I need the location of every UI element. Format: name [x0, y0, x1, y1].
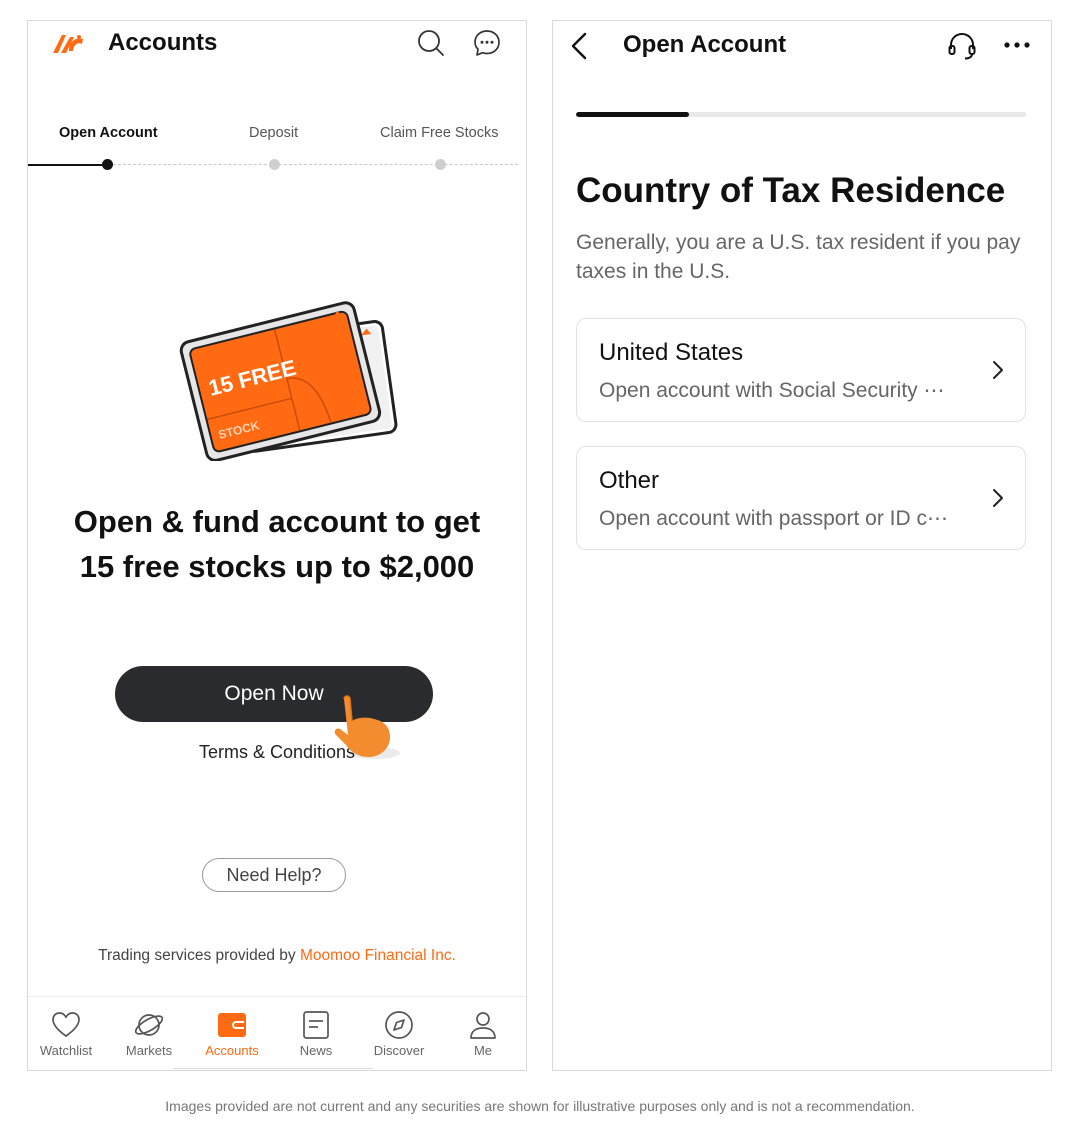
- compass-icon: [385, 1011, 413, 1039]
- option-united-states[interactable]: United States Open account with Social S…: [576, 318, 1026, 422]
- page-title: Accounts: [108, 29, 218, 56]
- need-help-button[interactable]: Need Help?: [202, 858, 346, 892]
- promo-headline-line-2: 15 free stocks up to $2,000: [79, 549, 475, 584]
- moomoo-logo-icon: [53, 35, 83, 53]
- chevron-right-icon: [993, 361, 1003, 379]
- tab-me[interactable]: Me: [443, 1009, 523, 1058]
- disclaimer-text: Images provided are not current and any …: [165, 1098, 915, 1114]
- footer-provider-text: Trading services provided by Moomoo Fina…: [28, 947, 526, 965]
- app-header: Accounts: [28, 21, 526, 67]
- step-open-account[interactable]: Open Account: [59, 125, 158, 141]
- planet-icon: [134, 1014, 164, 1036]
- option-title: Other: [599, 467, 660, 494]
- tab-accounts[interactable]: Accounts: [192, 1009, 272, 1058]
- option-other[interactable]: Other Open account with passport or ID c…: [576, 446, 1026, 550]
- onboarding-steps: Open Account Deposit Claim Free Stocks: [28, 125, 526, 145]
- free-stock-cards-illustration: 15 FREE STOCK: [179, 301, 398, 461]
- step-deposit[interactable]: Deposit: [249, 125, 298, 141]
- headset-icon[interactable]: [946, 30, 978, 62]
- person-icon: [470, 1012, 496, 1039]
- tab-label: Discover: [373, 1043, 425, 1058]
- tab-label: Me: [473, 1043, 493, 1058]
- wallet-icon: [218, 1013, 246, 1037]
- section-heading: Country of Tax Residence: [576, 171, 1006, 210]
- promo-headline-line-1: Open & fund account to get: [73, 504, 481, 539]
- section-subtitle: Generally, you are a U.S. tax resident i…: [576, 231, 1021, 283]
- tab-label: Markets: [125, 1043, 173, 1058]
- page-title: Open Account: [623, 31, 787, 58]
- tab-discover[interactable]: Discover: [359, 1009, 439, 1058]
- news-icon: [303, 1011, 329, 1039]
- option-title: United States: [599, 339, 744, 366]
- signup-progress-fill: [576, 112, 689, 117]
- tab-label: News: [299, 1043, 333, 1058]
- tab-label: Watchlist: [39, 1043, 93, 1058]
- open-account-screen: Open Account Country of Tax Residence Ge…: [552, 20, 1052, 1071]
- tap-hand-icon: [334, 695, 400, 759]
- chevron-right-icon: [993, 489, 1003, 507]
- signup-progress-bar: [576, 112, 1026, 117]
- tab-news[interactable]: News: [276, 1009, 356, 1058]
- step-dot: [269, 159, 280, 170]
- bottom-tab-bar: Watchlist Markets Accounts News Discover…: [28, 996, 526, 1070]
- accounts-screen: Accounts Open Account Deposit Claim Free…: [27, 20, 527, 1071]
- option-description: Open account with Social Security ⋯: [599, 379, 945, 402]
- step-dot: [435, 159, 446, 170]
- step-track-pending: [108, 164, 518, 165]
- tab-label: Accounts: [205, 1043, 259, 1058]
- promo-headline: Open & fund account to get 15 free stock…: [28, 499, 526, 589]
- heart-icon: [52, 1012, 80, 1037]
- terms-and-conditions-link[interactable]: Terms & Conditions: [28, 742, 526, 763]
- search-icon[interactable]: [416, 28, 446, 58]
- chat-bubble-icon[interactable]: [472, 28, 502, 58]
- footer-prefix: Trading services provided by: [98, 947, 300, 964]
- step-dot-current: [102, 159, 113, 170]
- chevron-left-icon[interactable]: [567, 31, 591, 61]
- option-description: Open account with passport or ID c⋯: [599, 507, 948, 530]
- tab-markets[interactable]: Markets: [109, 1009, 189, 1058]
- home-indicator: [173, 1068, 373, 1069]
- more-dots-icon[interactable]: [1002, 33, 1032, 57]
- step-track: [28, 159, 526, 170]
- moomoo-financial-link[interactable]: Moomoo Financial Inc.: [300, 947, 456, 964]
- step-track-completed: [28, 164, 108, 166]
- tab-watchlist[interactable]: Watchlist: [28, 1009, 106, 1058]
- step-claim-free-stocks[interactable]: Claim Free Stocks: [380, 125, 498, 141]
